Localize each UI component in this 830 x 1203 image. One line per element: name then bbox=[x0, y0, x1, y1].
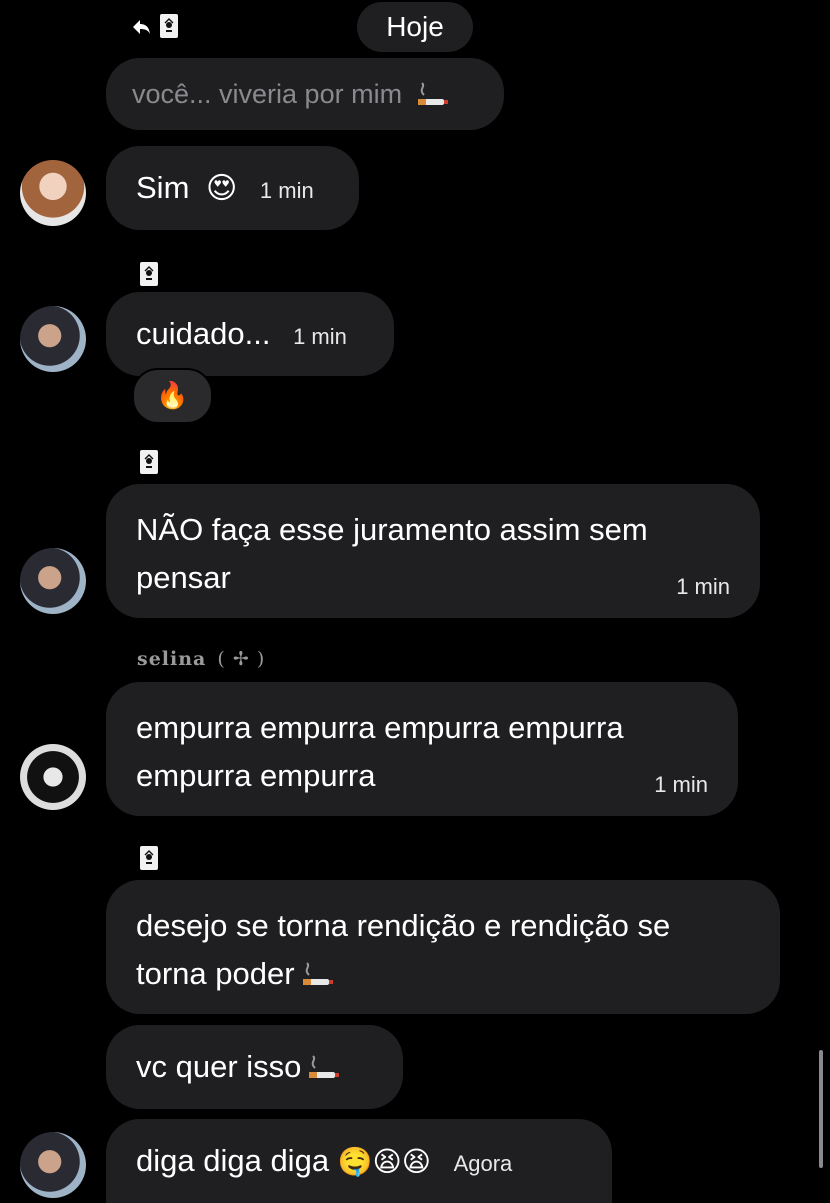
joker-card-icon bbox=[140, 262, 158, 286]
message-text-line-1: empurra empurra empurra empurra bbox=[136, 710, 624, 745]
message-text: cuidado... bbox=[136, 316, 271, 351]
message-time: 1 min bbox=[293, 324, 347, 349]
date-separator-pill: Hoje bbox=[357, 2, 473, 52]
joker-card-icon bbox=[140, 846, 158, 870]
joker-card-icon bbox=[140, 450, 158, 474]
message-time: 1 min bbox=[259, 178, 314, 203]
message-text: diga diga diga bbox=[136, 1143, 330, 1178]
cigarette-icon bbox=[410, 79, 454, 113]
heart-eyes-emoji: 😍 bbox=[206, 171, 238, 206]
sender-name-suffix: ( ✢ ) bbox=[217, 648, 266, 670]
sender-name: selina ( ✢ ) bbox=[137, 648, 265, 670]
message-text-line-2: pensar bbox=[136, 560, 231, 595]
emoji-group: 🤤😫😫 bbox=[337, 1145, 431, 1178]
message-time: 1 min bbox=[654, 772, 708, 797]
message-time: 1 min bbox=[676, 574, 730, 599]
message-text-line-2: torna poder bbox=[136, 956, 295, 991]
message-bubble[interactable]: diga diga diga 🤤😫😫 Agora bbox=[106, 1119, 612, 1203]
joker-card-icon bbox=[160, 14, 178, 38]
message-bubble[interactable]: empurra empurra empurra empurra empurra … bbox=[106, 682, 738, 816]
fire-emoji: 🔥 bbox=[156, 381, 189, 411]
sender-name-text: selina bbox=[137, 648, 207, 670]
message-bubble[interactable]: vc quer isso bbox=[106, 1025, 403, 1109]
reply-arrow-icon[interactable] bbox=[130, 16, 152, 38]
message-text: Sim bbox=[136, 170, 190, 205]
cigarette-icon bbox=[301, 1052, 345, 1086]
date-label: Hoje bbox=[386, 11, 444, 42]
avatar-boy[interactable] bbox=[20, 306, 86, 372]
reaction-badge[interactable]: 🔥 bbox=[132, 368, 213, 424]
message-time: Agora bbox=[453, 1151, 513, 1176]
message-bubble[interactable]: Sim 😍 1 min bbox=[106, 146, 359, 230]
message-text-line-1: NÃO faça esse juramento assim sem bbox=[136, 512, 648, 547]
message-text-line-1: desejo se torna rendição e rendição se bbox=[136, 908, 671, 943]
message-bubble[interactable]: desejo se torna rendição e rendição se t… bbox=[106, 880, 780, 1014]
message-text-line-2: empurra empurra bbox=[136, 758, 376, 793]
cigarette-icon bbox=[295, 959, 339, 993]
replied-message-text: você... viveria por mim bbox=[132, 79, 403, 109]
message-bubble[interactable]: cuidado... 1 min bbox=[106, 292, 394, 376]
avatar-boy[interactable] bbox=[20, 1132, 86, 1198]
scrollbar[interactable] bbox=[819, 1050, 823, 1168]
message-text: vc quer isso bbox=[136, 1049, 302, 1084]
replied-message-preview[interactable]: você... viveria por mim bbox=[106, 58, 504, 130]
avatar-girl[interactable] bbox=[20, 160, 86, 226]
avatar-boy[interactable] bbox=[20, 548, 86, 614]
message-bubble[interactable]: NÃO faça esse juramento assim sem pensar… bbox=[106, 484, 760, 618]
avatar-selina[interactable] bbox=[20, 744, 86, 810]
